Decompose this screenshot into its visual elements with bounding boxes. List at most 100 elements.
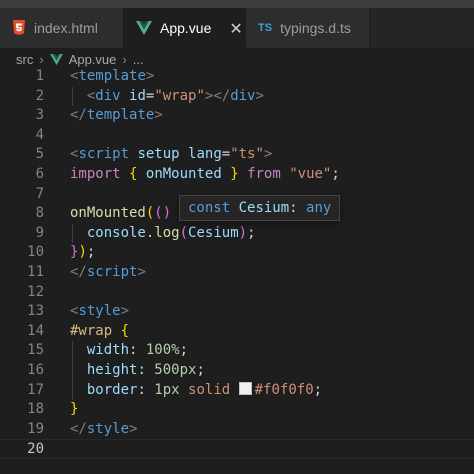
tab-label: App.vue — [160, 20, 212, 36]
code-token: width — [86, 342, 130, 359]
html5-icon — [12, 20, 26, 36]
code-token: ; — [196, 362, 205, 378]
line-number: 9 — [35, 224, 44, 241]
code-token: onMounted — [145, 166, 222, 182]
hover-type: any — [306, 200, 332, 216]
line-number: 6 — [35, 166, 44, 182]
code-token: 500px — [154, 362, 197, 378]
code-token: : — [137, 362, 155, 378]
tab-label: typings.d.ts — [280, 20, 351, 36]
code-token: script — [78, 146, 130, 163]
code-token: ; — [86, 244, 96, 261]
code-line[interactable]: 14 #wrap { — [0, 322, 474, 342]
code-token: } — [230, 166, 239, 182]
code-text: <div id="wrap"></div> — [70, 87, 264, 107]
code-token: onMounted — [70, 205, 146, 222]
code-token: ; — [331, 166, 340, 182]
code-token: } — [70, 401, 79, 418]
line-number: 2 — [35, 87, 44, 104]
code-line[interactable]: 3 </template> — [0, 106, 474, 126]
line-number: 20 — [27, 441, 44, 458]
line-number: 19 — [27, 420, 44, 437]
code-line[interactable]: 11 </script> — [0, 263, 474, 283]
code-token: </ — [70, 264, 87, 280]
code-line[interactable]: 20 — [0, 439, 474, 459]
code-token: import — [70, 166, 121, 182]
code-token: : — [129, 342, 146, 359]
code-token: () — [154, 205, 172, 222]
code-text: </style> — [70, 420, 137, 440]
code-line[interactable]: 19 </style> — [0, 420, 474, 440]
code-token: > — [263, 146, 273, 163]
tab-label: index.html — [34, 20, 98, 36]
code-line[interactable]: 5 <script setup lang="ts"> — [0, 145, 474, 165]
line-number: 1 — [35, 68, 44, 84]
code-token: #f0f0f0 — [254, 381, 314, 398]
code-token: ; — [179, 342, 189, 359]
code-token: > — [154, 107, 163, 124]
code-text: import { onMounted } from "vue"; — [70, 165, 340, 185]
code-text: onMounted(() = — [70, 204, 188, 224]
code-token: style — [78, 303, 121, 320]
code-line[interactable]: 4 — [0, 126, 474, 146]
line-number: 5 — [35, 146, 44, 163]
code-token: </ — [70, 107, 87, 124]
code-text: #wrap { — [70, 322, 129, 342]
color-swatch[interactable] — [238, 381, 252, 395]
code-token: > — [145, 68, 155, 84]
code-token: div — [95, 87, 121, 104]
code-line[interactable]: 13 <style> — [0, 302, 474, 322]
code-text: console.log(Cesium); — [70, 224, 256, 244]
code-line[interactable]: 10}); — [0, 243, 474, 263]
close-icon[interactable]: ✕ — [229, 19, 242, 38]
code-token: from — [247, 166, 281, 182]
code-token: "ts" — [230, 146, 264, 163]
indent-guide — [72, 86, 73, 107]
line-number: 4 — [35, 126, 44, 143]
code-text: border: 1px solid #f0f0f0; — [70, 381, 322, 401]
code-token: > — [129, 420, 138, 437]
code-line[interactable]: 18} — [0, 400, 474, 420]
code-editor[interactable]: 1 <template> 2 <div id="wrap"></div> 3 </tem… — [0, 67, 474, 474]
code-token: > — [137, 264, 146, 280]
hover-space — [298, 200, 306, 216]
hover-space — [230, 200, 238, 216]
code-token: border — [86, 381, 138, 398]
code-token: ) — [238, 224, 248, 241]
line-number: 17 — [27, 381, 44, 398]
tab-index-html[interactable]: index.html — [0, 8, 124, 48]
tab-app-vue[interactable]: App.vue ✕ — [124, 8, 246, 48]
code-token: div — [230, 87, 256, 104]
hover-keyword: const — [188, 200, 231, 216]
code-token: 1px — [154, 381, 180, 398]
line-number: 15 — [27, 342, 44, 359]
typescript-icon: TS — [258, 22, 273, 34]
indent-guide — [72, 223, 73, 244]
code-text: }); — [70, 243, 95, 263]
code-token: > — [255, 87, 264, 104]
code-token: ></ — [204, 87, 231, 104]
code-token: = — [221, 146, 231, 163]
code-text: </template> — [70, 106, 163, 126]
code-line[interactable]: 6 import { onMounted } from "vue"; — [0, 165, 474, 185]
code-token: ; — [247, 224, 256, 241]
code-text: </script> — [70, 263, 146, 283]
code-token: script — [86, 264, 138, 280]
code-token: template — [86, 107, 155, 124]
code-text: } — [70, 400, 78, 420]
code-token: "vue" — [289, 166, 332, 182]
code-text: height: 500px; — [70, 361, 205, 381]
chevron-right-icon: › — [39, 51, 44, 67]
code-token: style — [86, 420, 130, 437]
tab-typings-d-ts[interactable]: TS typings.d.ts — [246, 8, 370, 48]
breadcrumb-more[interactable]: ... — [133, 52, 144, 67]
code-line[interactable]: 12 — [0, 283, 474, 303]
code-text: <script setup lang="ts"> — [70, 145, 272, 165]
code-line[interactable]: 1 <template> — [0, 67, 474, 87]
breadcrumb-file[interactable]: App.vue — [69, 52, 117, 67]
breadcrumb-folder[interactable]: src — [16, 52, 33, 67]
